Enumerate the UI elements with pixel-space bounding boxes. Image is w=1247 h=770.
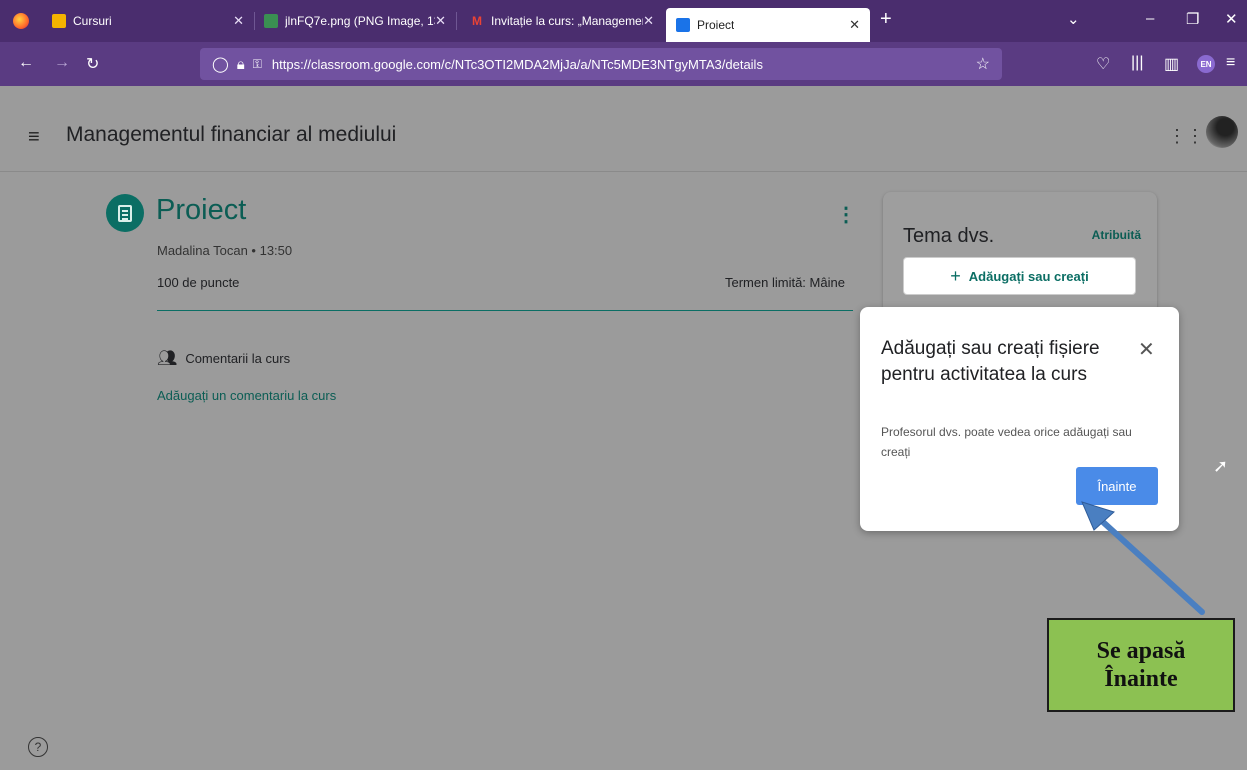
your-work-title: Tema dvs.: [903, 225, 995, 247]
image-icon: [264, 14, 278, 28]
close-window-icon[interactable]: ✕: [1225, 10, 1238, 28]
sidebar-icon[interactable]: ▥: [1164, 54, 1179, 74]
restore-icon[interactable]: ❐: [1186, 10, 1199, 28]
tab-gmail[interactable]: M Invitație la curs: „Managementu ✕: [460, 0, 664, 42]
divider: [157, 310, 853, 311]
pocket-icon[interactable]: ♡: [1096, 54, 1110, 74]
menu-icon[interactable]: ≡: [1226, 54, 1235, 72]
hamburger-menu-icon[interactable]: ≡: [28, 126, 40, 149]
class-comments-label: Comentarii la curs: [185, 350, 291, 366]
tab-title: jlnFQ7e.png (PNG Image, 1366: [285, 14, 435, 28]
minimize-icon[interactable]: –: [1146, 10, 1154, 27]
close-icon[interactable]: ✕: [233, 13, 244, 29]
add-or-create-button[interactable]: + Adăugați sau creați: [903, 257, 1136, 295]
popup-title: Adăugați sau creați fișiere pentru activ…: [881, 338, 1100, 385]
assignment-points: 100 de puncte: [157, 275, 240, 290]
close-icon[interactable]: ✕: [643, 13, 654, 29]
plus-icon: +: [950, 265, 961, 286]
annotation-line-1: Se apasă: [1096, 638, 1186, 664]
annotation-arrow: [1081, 501, 1205, 615]
lock-icon[interactable]: 🔒︎: [237, 56, 245, 73]
avatar[interactable]: [1206, 116, 1238, 148]
popup-text: Profesorul dvs. poate vedea orice adăuga…: [881, 425, 1132, 459]
reload-icon[interactable]: ↻: [86, 54, 99, 74]
tab-title: Invitație la curs: „Managementu: [491, 14, 644, 28]
tab-proiect[interactable]: Proiect ✕: [666, 8, 870, 42]
tab-title: Cursuri: [73, 14, 112, 28]
status-badge: Atribuită: [1091, 228, 1141, 242]
tab-image[interactable]: jlnFQ7e.png (PNG Image, 1366 ✕: [254, 0, 456, 42]
language-badge[interactable]: EN: [1197, 55, 1215, 73]
classroom-icon: [52, 14, 66, 28]
help-icon[interactable]: ?: [28, 737, 48, 757]
add-class-comment-link[interactable]: Adăugați un comentariu la curs: [157, 388, 336, 403]
close-icon[interactable]: ✕: [435, 13, 446, 29]
classroom-header: ≡ Managementul financiar al mediului ⋮⋮⋮: [0, 86, 1247, 172]
course-title[interactable]: Managementul financiar al mediului: [66, 123, 396, 147]
new-tab-icon[interactable]: +: [880, 8, 892, 31]
add-or-create-label: Adăugați sau creați: [968, 268, 1089, 284]
annotation-note: Se apasă Înainte: [1047, 618, 1235, 712]
forward-icon[interactable]: →: [54, 54, 70, 72]
browser-tab-bar: Cursuri ✕ jlnFQ7e.png (PNG Image, 1366 ✕…: [0, 0, 1247, 42]
tab-list-icon[interactable]: ⌄: [1067, 10, 1080, 28]
annotation-line-2: Înainte: [1104, 666, 1178, 692]
due-date: Termen limită: Mâine: [725, 275, 845, 290]
permissions-icon[interactable]: ⚿: [253, 57, 262, 72]
classroom-icon: [676, 18, 690, 32]
tab-cursuri[interactable]: Cursuri ✕: [42, 0, 254, 42]
gmail-icon: M: [472, 14, 482, 28]
browser-nav-bar: ← → ↻ ◯ 🔒︎ ⚿ https://classroom.google.co…: [0, 42, 1247, 86]
close-icon[interactable]: ✕: [849, 17, 860, 33]
back-icon[interactable]: ←: [18, 54, 34, 72]
mouse-cursor-icon: ➚: [1213, 456, 1229, 476]
tab-title: Proiect: [697, 18, 735, 32]
people-icon: 👥︎: [157, 350, 178, 367]
page-title: Proiect: [156, 194, 247, 226]
tab-divider: [456, 12, 457, 30]
your-work-card: Tema dvs. Atribuită + Adăugați sau creaț…: [883, 192, 1157, 314]
library-icon[interactable]: |||: [1131, 54, 1143, 72]
class-comments-heading: 👥︎ Comentarii la curs: [157, 348, 290, 368]
more-options-icon[interactable]: ⋮: [836, 202, 856, 227]
close-icon[interactable]: ✕: [1138, 337, 1155, 362]
url-bar[interactable]: ◯ 🔒︎ ⚿ https://classroom.google.com/c/NT…: [200, 48, 1002, 80]
assignment-icon: [106, 194, 144, 232]
firefox-icon[interactable]: [0, 0, 42, 42]
assignment-meta: Madalina Tocan • 13:50: [157, 243, 293, 258]
shield-icon[interactable]: ◯: [212, 55, 229, 73]
bookmark-star-icon[interactable]: ☆: [976, 54, 990, 74]
url-text: https://classroom.google.com/c/NTc3OTI2M…: [271, 56, 763, 72]
